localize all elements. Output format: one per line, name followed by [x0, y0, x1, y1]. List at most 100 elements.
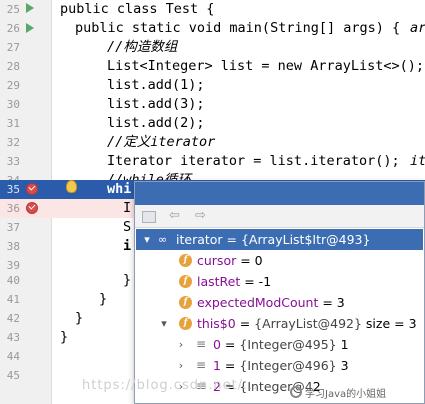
- code-line[interactable]: 33 Iterator iterator = list.iterator(); …: [0, 152, 425, 171]
- code-line[interactable]: 32 //定义iterator: [0, 133, 425, 152]
- line-number: 37: [6, 221, 20, 234]
- expand-icon[interactable]: ›: [176, 334, 186, 355]
- line-number: 45: [6, 369, 20, 382]
- line-number: 33: [6, 155, 20, 168]
- run-icon[interactable]: [26, 23, 34, 33]
- popup-toolbar: ⇦ ⇨: [135, 205, 424, 228]
- code-line[interactable]: 28 List<Integer> list = new ArrayList<>(…: [0, 57, 425, 76]
- tree-node-this0[interactable]: ▾ f this$0 = {ArrayList@492} size = 3: [136, 313, 423, 334]
- variable-value: =: [235, 316, 255, 331]
- line-number: 25: [6, 3, 20, 16]
- code-text: list.add(3);: [107, 96, 205, 112]
- tree-node-text: iterator = {ArrayList$Itr@493}: [176, 229, 370, 250]
- variable-name: expectedModCount: [197, 295, 319, 310]
- field-icon: f: [179, 254, 192, 267]
- variable-name: cursor: [197, 253, 237, 268]
- field-icon: f: [179, 317, 192, 330]
- lightbulb-icon[interactable]: [66, 180, 77, 193]
- variable-value: =: [220, 358, 240, 373]
- line-number: 29: [6, 79, 20, 92]
- array-element-icon: ≡: [196, 358, 207, 372]
- code-text: whi: [107, 181, 132, 197]
- code-text: list.add(1);: [107, 77, 205, 93]
- tree-node-text: lastRet = -1: [197, 271, 271, 292]
- line-number: 26: [6, 22, 20, 35]
- run-icon[interactable]: [26, 3, 34, 13]
- code-text: }: [75, 310, 84, 326]
- back-arrow-icon[interactable]: ⇦: [169, 208, 180, 224]
- variable-value: = {ArrayList$Itr@493}: [222, 232, 371, 247]
- code-text: }: [60, 329, 69, 345]
- code-line[interactable]: 25 public class Test {: [0, 0, 425, 19]
- tree-node-text: this$0 = {ArrayList@492} size = 3: [197, 313, 417, 334]
- variable-inspector-popup[interactable]: ⇦ ⇨ ▾ ∞ iterator = {ArrayList$Itr@493} f…: [134, 181, 425, 404]
- variable-extra: 3: [336, 358, 349, 373]
- array-element-icon: ≡: [196, 337, 207, 351]
- variable-value: = 3: [318, 295, 345, 310]
- code-line[interactable]: 27 //构造数组: [0, 38, 425, 57]
- collapse-icon[interactable]: ▾: [142, 229, 152, 250]
- line-number: 42: [6, 312, 20, 325]
- field-icon: f: [179, 275, 192, 288]
- tree-node-field[interactable]: f expectedModCount = 3: [136, 292, 423, 313]
- line-number: 40: [6, 274, 20, 287]
- variable-name: this$0: [197, 316, 236, 331]
- popup-title-bar[interactable]: [135, 182, 424, 205]
- pin-icon[interactable]: [142, 211, 156, 223]
- tree-node-text: expectedModCount = 3: [197, 292, 345, 313]
- inline-hint: ar: [410, 20, 425, 36]
- variable-value: = -1: [240, 274, 272, 289]
- watermark-url: https://blog.csdn.net/...: [82, 378, 259, 393]
- tree-node-text: 1 = {Integer@496} 3: [213, 355, 349, 376]
- line-number: 43: [6, 331, 20, 344]
- variable-value: = 0: [236, 253, 263, 268]
- tree-node-element[interactable]: › ≡ 1 = {Integer@496} 3: [136, 355, 423, 376]
- code-text: }: [123, 272, 132, 288]
- line-number: 38: [6, 240, 20, 253]
- tree-node-text: 0 = {Integer@495} 1: [213, 334, 349, 355]
- code-text: list.add(2);: [107, 115, 205, 131]
- code-text: I: [123, 200, 132, 216]
- inline-hint: it: [410, 153, 425, 169]
- collapse-icon[interactable]: ▾: [159, 313, 169, 334]
- line-number: 41: [6, 293, 20, 306]
- variable-name: lastRet: [197, 274, 241, 289]
- variable-name: 1: [213, 358, 221, 373]
- code-text: public class Test {: [60, 1, 215, 17]
- line-number: 27: [6, 41, 20, 54]
- variable-type: {Integer@496}: [239, 358, 337, 373]
- code-text: S: [123, 219, 132, 235]
- variable-type: {ArrayList@492}: [254, 316, 362, 331]
- watermark-brand: 学习Java的小姐姐: [305, 389, 387, 400]
- code-line[interactable]: 30 list.add(3);: [0, 95, 425, 114]
- code-line[interactable]: 29 list.add(1);: [0, 76, 425, 95]
- variable-extra: 1: [336, 337, 349, 352]
- code-line[interactable]: 31 list.add(2);: [0, 114, 425, 133]
- field-icon: f: [179, 296, 192, 309]
- comment-text: //构造数组: [107, 39, 178, 55]
- variable-name: 0: [213, 337, 221, 352]
- code-text: List<Integer> list = new ArrayList<>();: [107, 58, 424, 74]
- breakpoint-icon[interactable]: [26, 183, 38, 195]
- variable-value: =: [220, 337, 240, 352]
- line-number: 32: [6, 136, 20, 149]
- variable-extra: size = 3: [361, 316, 417, 331]
- line-number: 36: [6, 202, 20, 215]
- variable-type: {Integer@495}: [239, 337, 337, 352]
- code-text: Iterator iterator = list.iterator();: [107, 153, 400, 169]
- code-text: i: [123, 238, 132, 254]
- tree-node-element[interactable]: › ≡ 0 = {Integer@495} 1: [136, 334, 423, 355]
- expand-icon[interactable]: ›: [176, 355, 186, 376]
- tree-node-iterator[interactable]: ▾ ∞ iterator = {ArrayList$Itr@493}: [136, 229, 423, 250]
- code-text: }: [99, 291, 108, 307]
- code-line[interactable]: 26 public static void main(String[] args…: [0, 19, 425, 38]
- line-number: 35: [6, 183, 20, 196]
- tree-node-field[interactable]: f lastRet = -1: [136, 271, 423, 292]
- comment-text: //定义iterator: [107, 134, 216, 150]
- line-number: 31: [6, 117, 20, 130]
- infinity-icon: ∞: [158, 233, 168, 246]
- breakpoint-icon[interactable]: [26, 202, 38, 214]
- tree-node-field[interactable]: f cursor = 0: [136, 250, 423, 271]
- variable-name: iterator: [176, 232, 223, 247]
- forward-arrow-icon[interactable]: ⇨: [195, 208, 206, 224]
